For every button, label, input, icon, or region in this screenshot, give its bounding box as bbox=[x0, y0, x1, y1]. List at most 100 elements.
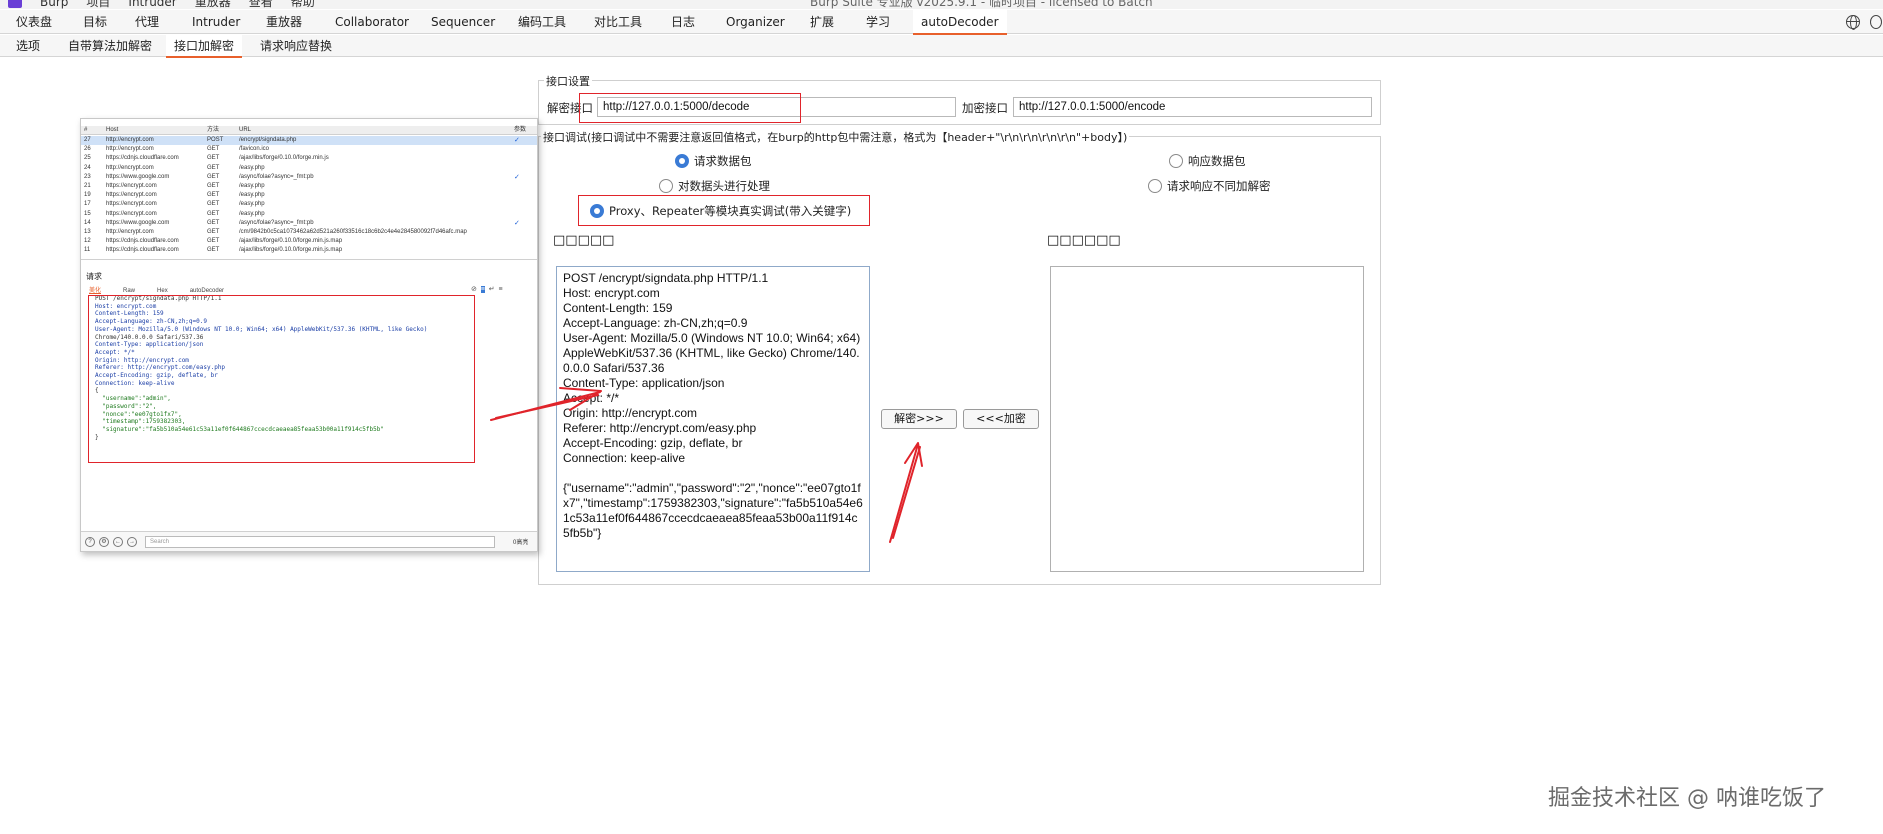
radio-diff-crypto-label: 请求响应不同加解密 bbox=[1167, 179, 1271, 193]
history-cell-url: /easy.php bbox=[239, 201, 265, 208]
gutter-line bbox=[83, 318, 86, 326]
history-cell-url: /easy.php bbox=[239, 183, 265, 189]
radio-dot-icon bbox=[659, 179, 673, 193]
help-icon: ? bbox=[85, 537, 95, 547]
history-cell-url: /async/folae?async=_fmt:pb bbox=[239, 219, 314, 226]
request-input-textarea[interactable]: POST /encrypt/signdata.php HTTP/1.1 Host… bbox=[556, 266, 870, 572]
main-tab-8[interactable]: 对比工具 bbox=[586, 10, 650, 34]
settings-icon[interactable] bbox=[1870, 15, 1882, 29]
gutter-line bbox=[83, 341, 86, 349]
request-pane-title: 请求 bbox=[86, 272, 102, 281]
history-row: 23 https://www.google.com GET/async/folae?… bbox=[81, 173, 537, 182]
matches-label: 0高亮 bbox=[513, 540, 529, 546]
history-row: 11 https://cdnjs.cloudflare.com GET/ajax/l… bbox=[81, 246, 537, 255]
title-menu-item[interactable]: 项目 bbox=[86, 0, 110, 9]
history-cell-host: https://www.google.com bbox=[106, 219, 170, 226]
history-cell-host: http://encrypt.com bbox=[106, 137, 154, 143]
main-tab-7[interactable]: 编码工具 bbox=[510, 10, 574, 34]
wrap-icon: ⊘ bbox=[471, 286, 477, 293]
history-cell-host: https://encrypt.com bbox=[106, 183, 157, 189]
main-tab-9[interactable]: 日志 bbox=[663, 10, 703, 34]
gutter-line bbox=[83, 349, 86, 357]
history-row: 24 http://encrypt.com GET/easy.php bbox=[81, 164, 537, 173]
history-cell-method: GET bbox=[207, 238, 220, 245]
history-cell-host: https://encrypt.com bbox=[106, 210, 157, 217]
gutter-line bbox=[83, 334, 86, 342]
encode-url-label: 加密接口 bbox=[962, 101, 1008, 115]
history-cell-n: 23 bbox=[84, 173, 91, 180]
history-cell-n: 17 bbox=[84, 201, 91, 208]
encode-url-field[interactable]: http://127.0.0.1:5000/encode bbox=[1013, 97, 1372, 117]
history-row: 12 https://cdnjs.cloudflare.com GET/ajax/l… bbox=[81, 237, 537, 246]
radio-header[interactable]: 对数据头进行处理 bbox=[659, 178, 770, 194]
main-tab-10[interactable]: Organizer bbox=[718, 10, 793, 34]
main-tab-1[interactable]: 目标 bbox=[75, 10, 115, 34]
globe-icon[interactable] bbox=[1846, 15, 1860, 30]
history-cell-n: 25 bbox=[84, 155, 91, 162]
main-tab-13[interactable]: autoDecoder bbox=[913, 10, 1007, 35]
title-menu-item[interactable]: Intruder bbox=[128, 0, 176, 9]
history-row: 17 https://encrypt.com GET/easy.php bbox=[81, 200, 537, 209]
radio-response-label: 响应数据包 bbox=[1188, 154, 1246, 168]
main-tab-12[interactable]: 学习 bbox=[858, 10, 898, 34]
gutter-line bbox=[83, 364, 86, 372]
watermark: 掘金技术社区 @ 呐谁吃饭了 bbox=[1548, 786, 1826, 811]
sub-tab-0[interactable]: 选项 bbox=[8, 35, 48, 57]
sub-tab-3[interactable]: 请求响应替换 bbox=[252, 35, 340, 57]
title-bar: Burp 项目 Intruder 重放器 查看 帮助 Burp Suite 专业版 v20… bbox=[0, 0, 1883, 9]
title-menu-item[interactable]: 重放器 bbox=[195, 0, 231, 9]
main-tab-2[interactable]: 代理 bbox=[127, 10, 167, 34]
main-tab-3[interactable]: Intruder bbox=[184, 10, 248, 34]
decode-button[interactable]: 解密>>> bbox=[881, 409, 957, 429]
history-cell-n: 11 bbox=[84, 247, 91, 254]
history-cell-method: GET bbox=[207, 155, 220, 162]
main-tab-4[interactable]: 重放器 bbox=[258, 10, 310, 34]
history-cell-method: GET bbox=[207, 192, 220, 199]
line-number-gutter bbox=[83, 295, 86, 449]
history-table-header: # Host 方法 URL 参数 bbox=[81, 126, 537, 135]
main-tab-6[interactable]: Sequencer bbox=[423, 10, 503, 34]
title-menu-item[interactable]: 帮助 bbox=[291, 0, 315, 9]
history-row: 14 https://www.google.com GET/async/folae?… bbox=[81, 219, 537, 228]
gutter-line bbox=[83, 387, 86, 395]
request-view-tab: autoDecoder bbox=[189, 288, 225, 294]
output-textarea[interactable] bbox=[1050, 266, 1364, 572]
history-cell-n: 19 bbox=[84, 192, 91, 199]
history-cell-method: GET bbox=[207, 164, 220, 171]
history-cell-host: https://www.google.com bbox=[106, 173, 170, 180]
radio-request[interactable]: 请求数据包 bbox=[675, 153, 752, 169]
main-tab-5[interactable]: Collaborator bbox=[327, 10, 417, 34]
history-cell-n: 24 bbox=[84, 164, 91, 171]
gutter-line bbox=[83, 295, 86, 303]
radio-diff-crypto[interactable]: 请求响应不同加解密 bbox=[1148, 178, 1271, 194]
newline-icon: ↵ bbox=[488, 286, 495, 293]
radio-dot-icon bbox=[675, 154, 689, 168]
title-menu-item[interactable]: Burp bbox=[40, 0, 68, 9]
history-row: 25 https://cdnjs.cloudflare.com GET/ajax/l… bbox=[81, 154, 537, 163]
decode-url-highlight bbox=[579, 93, 801, 123]
sub-tab-2[interactable]: 接口加解密 bbox=[166, 35, 243, 58]
back-icon: ← bbox=[113, 537, 123, 547]
history-cell-n: 27 bbox=[84, 137, 91, 143]
history-cell-method: GET bbox=[207, 201, 220, 208]
history-cell-n: 26 bbox=[84, 146, 91, 153]
request-search-bar: ? ⚙ ← → Search 0高亮 bbox=[81, 531, 537, 551]
gutter-line bbox=[83, 403, 86, 411]
encode-button[interactable]: <<<加密 bbox=[963, 409, 1039, 429]
history-cell-n: 12 bbox=[84, 238, 91, 245]
main-tab-11[interactable]: 扩展 bbox=[802, 10, 842, 34]
history-cell-check: ✓ bbox=[514, 219, 520, 227]
history-cell-host: http://encrypt.com bbox=[106, 146, 154, 153]
sub-tab-1[interactable]: 自带算法加解密 bbox=[60, 35, 160, 57]
menu-icon: ≡ bbox=[498, 286, 503, 293]
history-cell-host: https://encrypt.com bbox=[106, 201, 157, 208]
gutter-line bbox=[83, 326, 86, 334]
history-row: 27 http://encrypt.com POST/encrypt/signdat… bbox=[81, 136, 537, 145]
title-menu-item[interactable]: 查看 bbox=[249, 0, 273, 9]
history-cell-host: https://cdnjs.cloudflare.com bbox=[106, 247, 179, 254]
main-tab-0[interactable]: 仪表盘 bbox=[8, 10, 60, 34]
sub-tab-bar: 选项 自带算法加解密 接口加解密 请求响应替换 bbox=[0, 35, 1883, 58]
history-row: 21 https://encrypt.com GET/easy.php bbox=[81, 182, 537, 191]
radio-response[interactable]: 响应数据包 bbox=[1169, 153, 1246, 169]
menu-bar[interactable]: Burp 项目 Intruder 重放器 查看 帮助 bbox=[40, 0, 333, 9]
